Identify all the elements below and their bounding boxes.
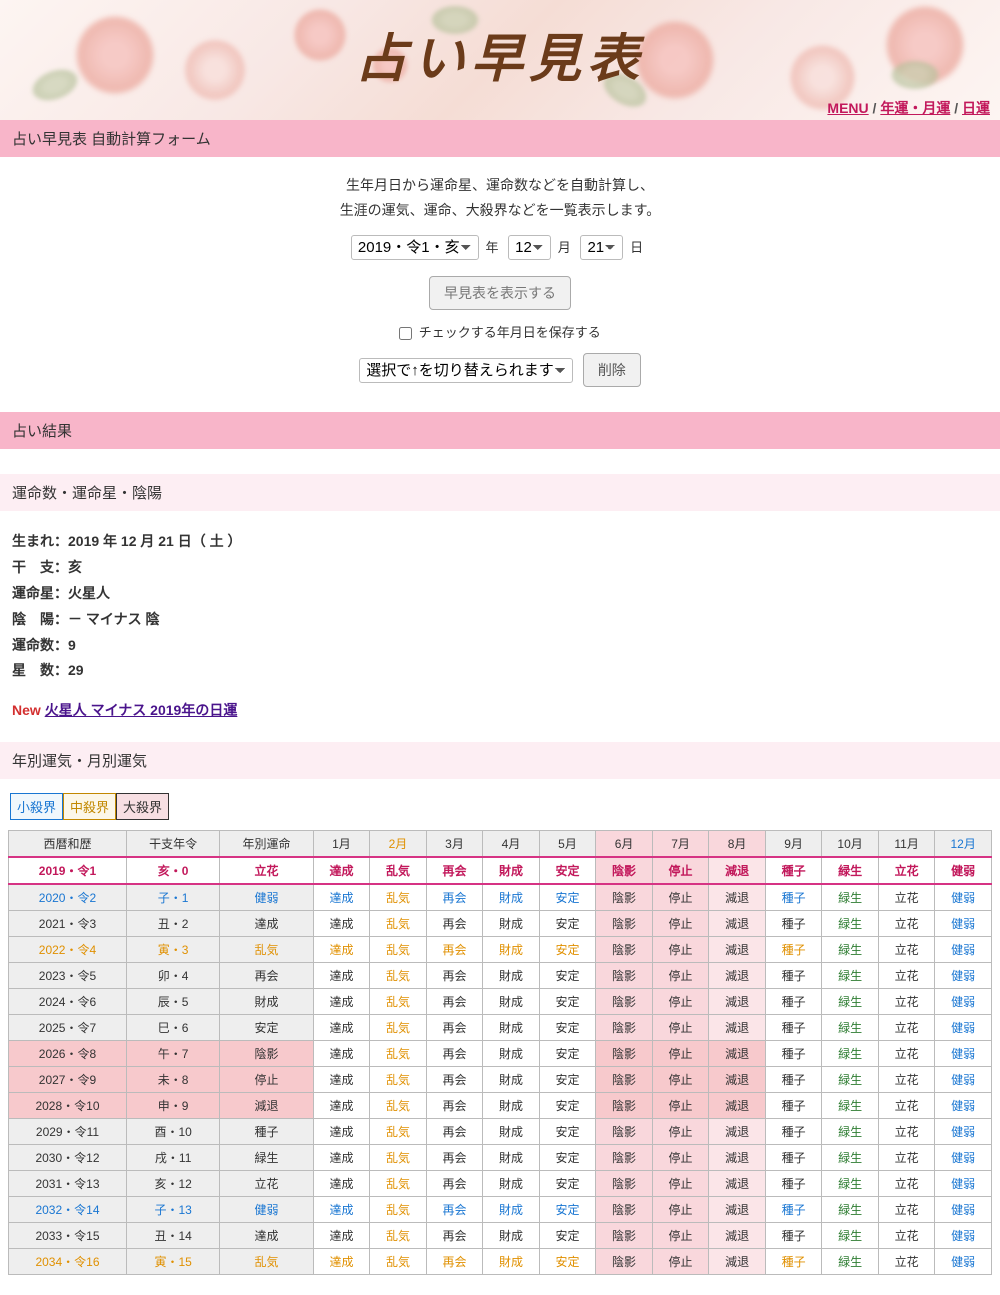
table-row: 2031・令13亥・12立花達成乱気再会財成安定陰影停止減退種子緑生立花健弱	[9, 1171, 992, 1197]
th-m12: 12月	[935, 831, 992, 858]
result-starnum: 星 数：29	[12, 662, 84, 678]
switch-select[interactable]: 選択で↑を切り替えられます	[359, 358, 573, 383]
th-year: 西暦和歴	[9, 831, 127, 858]
header-banner: 占い早見表 MENU / 年運・月運 / 日運	[0, 0, 1000, 120]
page-title: 占い早見表	[355, 17, 645, 92]
th-m9: 9月	[765, 831, 822, 858]
top-nav: MENU / 年運・月運 / 日運	[827, 98, 990, 118]
th-m5: 5月	[539, 831, 596, 858]
table-row: 2023・令5卯・4再会達成乱気再会財成安定陰影停止減退種子緑生立花健弱	[9, 963, 992, 989]
day-label: 日	[630, 235, 643, 256]
table-row: 2032・令14子・13健弱達成乱気再会財成安定陰影停止減退種子緑生立花健弱	[9, 1197, 992, 1223]
table-section-title: 年別運気・月別運気	[0, 742, 1000, 779]
th-m1: 1月	[313, 831, 370, 858]
th-m11: 11月	[878, 831, 935, 858]
result-yinyang: 陰 陽：－ マイナス 陰	[12, 611, 160, 627]
th-fortune: 年別運命	[220, 831, 313, 858]
result-num: 運命数：9	[12, 637, 76, 653]
legend-big: 大殺界	[116, 793, 169, 820]
result-star: 運命星：火星人	[12, 585, 110, 601]
table-row: 2021・令3丑・2達成達成乱気再会財成安定陰影停止減退種子緑生立花健弱	[9, 911, 992, 937]
sub-section-title: 運命数・運命星・陰陽	[0, 474, 1000, 511]
th-m8: 8月	[709, 831, 766, 858]
table-row: 2034・令16寅・15乱気達成乱気再会財成安定陰影停止減退種子緑生立花健弱	[9, 1249, 992, 1275]
year-label: 年	[486, 235, 499, 256]
table-row: 2025・令7巳・6安定達成乱気再会財成安定陰影停止減退種子緑生立花健弱	[9, 1015, 992, 1041]
result-birth: 生まれ：2019 年 12 月 21 日（ 土 ）	[12, 533, 242, 549]
th-m3: 3月	[426, 831, 483, 858]
intro-line-1: 生年月日から運命星、運命数などを自動計算し、	[10, 175, 990, 196]
date-row: 2019・令1・亥 年 12 月 21 日	[10, 235, 990, 260]
day-select[interactable]: 21	[580, 235, 623, 260]
nav-day[interactable]: 日運	[962, 100, 990, 116]
table-row: 2026・令8午・7陰影達成乱気再会財成安定陰影停止減退種子緑生立花健弱	[9, 1041, 992, 1067]
fortune-table: 西暦和歴 干支年令 年別運命 1月 2月 3月 4月 5月 6月 7月 8月 9…	[8, 830, 992, 1275]
save-date-checkbox[interactable]	[399, 327, 412, 340]
legend: 小殺界中殺界大殺界	[0, 779, 1000, 830]
table-row: 2029・令11酉・10種子達成乱気再会財成安定陰影停止減退種子緑生立花健弱	[9, 1119, 992, 1145]
table-row: 2024・令6辰・5財成達成乱気再会財成安定陰影停止減退種子緑生立花健弱	[9, 989, 992, 1015]
result-section-title: 占い結果	[0, 412, 1000, 449]
th-m6: 6月	[596, 831, 653, 858]
th-eto: 干支年令	[126, 831, 219, 858]
result-eto: 干 支：亥	[12, 559, 82, 575]
month-label: 月	[558, 235, 571, 256]
month-select[interactable]: 12	[508, 235, 551, 260]
year-select[interactable]: 2019・令1・亥	[351, 235, 479, 260]
nav-year-month[interactable]: 年運・月運	[880, 100, 950, 116]
th-m7: 7月	[652, 831, 709, 858]
table-header-row: 西暦和歴 干支年令 年別運命 1月 2月 3月 4月 5月 6月 7月 8月 9…	[9, 831, 992, 858]
th-m4: 4月	[483, 831, 540, 858]
legend-small: 小殺界	[10, 793, 63, 820]
table-row: 2027・令9未・8停止達成乱気再会財成安定陰影停止減退種子緑生立花健弱	[9, 1067, 992, 1093]
result-body: 生まれ：2019 年 12 月 21 日（ 土 ） 干 支：亥 運命星：火星人 …	[0, 511, 1000, 742]
intro-line-2: 生涯の運気、運命、大殺界などを一覧表示します。	[10, 200, 990, 221]
th-m2: 2月	[370, 831, 427, 858]
table-row: 2028・令10申・9減退達成乱気再会財成安定陰影停止減退種子緑生立花健弱	[9, 1093, 992, 1119]
show-table-button[interactable]: 早見表を表示する	[429, 276, 571, 310]
delete-button[interactable]: 削除	[583, 353, 641, 387]
table-row: 2033・令15丑・14達成達成乱気再会財成安定陰影停止減退種子緑生立花健弱	[9, 1223, 992, 1249]
table-row: 2020・令2子・1健弱達成乱気再会財成安定陰影停止減退種子緑生立花健弱	[9, 884, 992, 911]
form-area: 生年月日から運命星、運命数などを自動計算し、 生涯の運気、運命、大殺界などを一覧…	[0, 157, 1000, 412]
form-section-title: 占い早見表 自動計算フォーム	[0, 120, 1000, 157]
table-row: 2030・令12戌・11緑生達成乱気再会財成安定陰影停止減退種子緑生立花健弱	[9, 1145, 992, 1171]
th-m10: 10月	[822, 831, 879, 858]
table-row: 2019・令1亥・0立花達成乱気再会財成安定陰影停止減退種子緑生立花健弱	[9, 857, 992, 884]
new-link[interactable]: 火星人 マイナス 2019年の日運	[45, 702, 238, 718]
new-label: New	[12, 702, 41, 718]
table-row: 2022・令4寅・3乱気達成乱気再会財成安定陰影停止減退種子緑生立花健弱	[9, 937, 992, 963]
save-date-label: チェックする年月日を保存する	[419, 325, 601, 340]
legend-mid: 中殺界	[63, 793, 116, 820]
nav-menu[interactable]: MENU	[827, 100, 868, 116]
